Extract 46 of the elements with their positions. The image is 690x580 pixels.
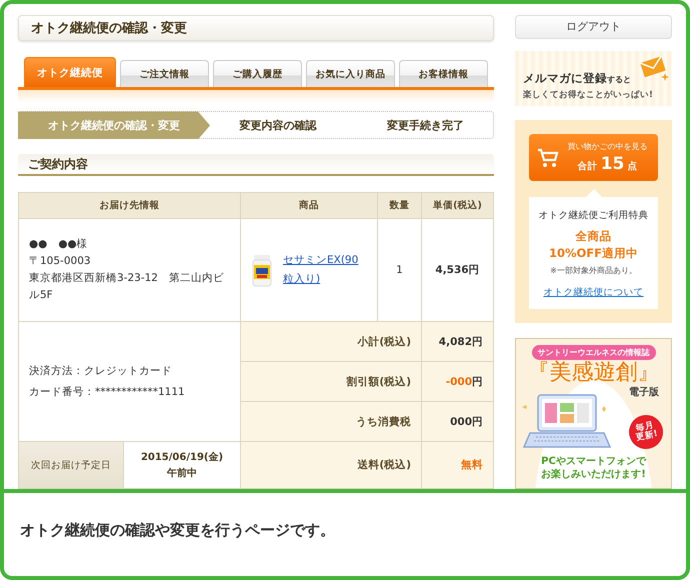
delivery-time: 午前中 <box>167 466 197 480</box>
postal-code: 〒105-0003 <box>29 254 91 270</box>
tab[interactable]: お気に入り商品 <box>306 60 395 88</box>
newsletter-subtitle: 楽しくてお得なことがいっぱい! <box>523 88 654 101</box>
discount-text: 全商品 10%OFF適用中 <box>548 228 638 262</box>
summary-label: 割引額(税込) <box>346 374 411 388</box>
section-title: ご契約内容 <box>28 156 88 173</box>
summary-label: 送料(税込) <box>357 458 411 472</box>
benefit-note: ※一部対象外商品あり。 <box>550 264 637 276</box>
recipient-name: ●● ●●様 <box>29 237 88 252</box>
magazine-tagline: PCやスマートフォンで お楽しみいただけます! <box>541 454 646 481</box>
summary-label: 小計(税込) <box>357 334 411 348</box>
newsletter-title: メルマガに登録すると <box>523 70 631 86</box>
payment-info: 決済方法：クレジットカード <box>29 364 172 379</box>
delivery-label: 次回お届け予定日 <box>31 458 111 472</box>
summary-value: 000円 <box>450 414 483 428</box>
benefit-title: オトク継続便ご利用特典 <box>538 209 648 222</box>
edition-label: 電子版 <box>629 386 659 399</box>
payment-info: カード番号：************1111 <box>29 384 185 400</box>
progress-step: オトク継続便の確認・変更 <box>18 111 210 140</box>
address: 東京都港区西新橋3-23-12 第二山内ビル5F <box>29 271 225 303</box>
summary-value: 4,082円 <box>438 334 483 348</box>
delivery-date: 2015/06/19(金) <box>140 450 224 464</box>
progress-step: 変更内容の確認 <box>210 111 346 140</box>
magazine-banner[interactable]: サントリーウエルネスの情報誌 『美感遊創』 電子版 毎月 更新! PCやスマートフォンで お楽しみいただけます! <box>515 338 672 489</box>
newsletter-banner[interactable]: メルマガに登録すると 楽しくてお得なことがいっぱい! <box>515 50 672 106</box>
column-header: 単価(税込) <box>433 199 482 212</box>
summary-value: -000円 <box>446 374 483 388</box>
quantity: 1 <box>396 264 403 276</box>
progress-step: 変更手続き完了 <box>358 111 493 140</box>
magazine-title: 『美感遊創』 <box>528 360 660 385</box>
tab[interactable]: お客様情報 <box>399 60 488 88</box>
page-title: オトク継続便の確認・変更 <box>31 20 187 38</box>
column-header: 数量 <box>390 199 410 212</box>
magazine-tag: サントリーウエルネスの情報誌 <box>532 344 656 360</box>
column-header: お届け先情報 <box>100 199 160 212</box>
tab[interactable]: ご注文情報 <box>120 60 209 88</box>
page-caption: オトク継続便の確認や変更を行うページです。 <box>20 521 336 540</box>
column-header: 商品 <box>299 199 319 212</box>
unit-price: 4,536円 <box>435 263 480 277</box>
tab[interactable]: ご購入履歴 <box>213 60 302 88</box>
logout-button[interactable]: ログアウト <box>515 15 672 39</box>
summary-value: 無料 <box>461 458 483 472</box>
cart-icon <box>537 148 559 168</box>
summary-label: うち消費税 <box>356 414 411 428</box>
benefit-link[interactable]: オトク継続便について <box>544 286 644 299</box>
